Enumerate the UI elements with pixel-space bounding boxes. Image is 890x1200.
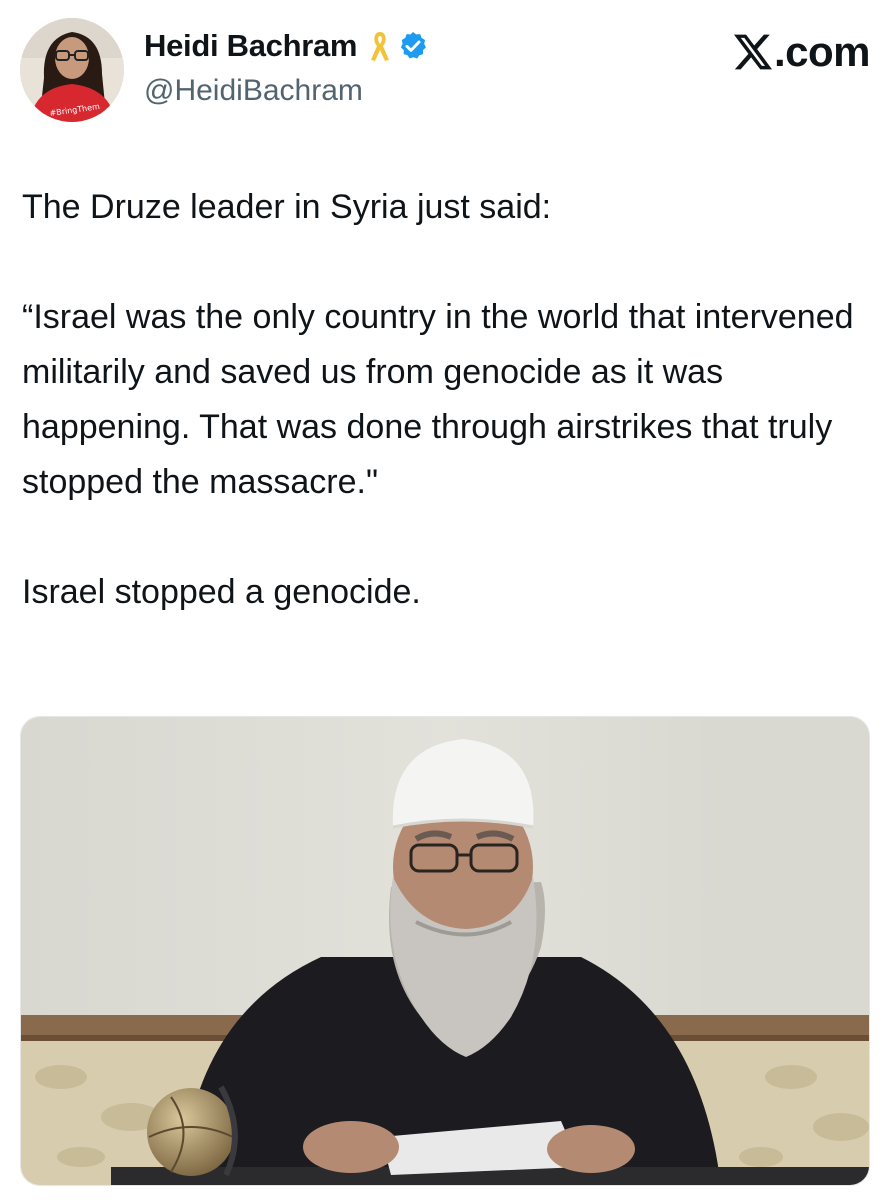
profile-photo-icon: #BringThem [20, 18, 124, 122]
tweet-paragraph: The Druze leader in Syria just said: [22, 188, 552, 226]
tweet-paragraph: Israel stopped a genocide. [22, 573, 421, 611]
brand-domain: .com [773, 28, 871, 75]
tweet-text: The Druze leader in Syria just said: “Is… [22, 180, 862, 620]
display-name[interactable]: Heidi Bachram [144, 28, 357, 64]
photo-sheikh-at-desk [21, 717, 869, 1185]
verified-badge-icon [397, 30, 429, 62]
yellow-ribbon-icon [369, 29, 391, 63]
name-row: Heidi Bachram [144, 26, 429, 66]
tweet-header: #BringThem Heidi Bachram @HeidiBachram .… [20, 18, 871, 122]
x-logo-icon [733, 34, 772, 70]
user-handle[interactable]: @HeidiBachram [144, 74, 363, 108]
avatar[interactable]: #BringThem [20, 18, 124, 122]
x-brand-link[interactable]: .com [733, 28, 871, 76]
tweet-paragraph: “Israel was the only country in the worl… [22, 298, 854, 501]
tweet-media-photo[interactable] [20, 716, 870, 1186]
